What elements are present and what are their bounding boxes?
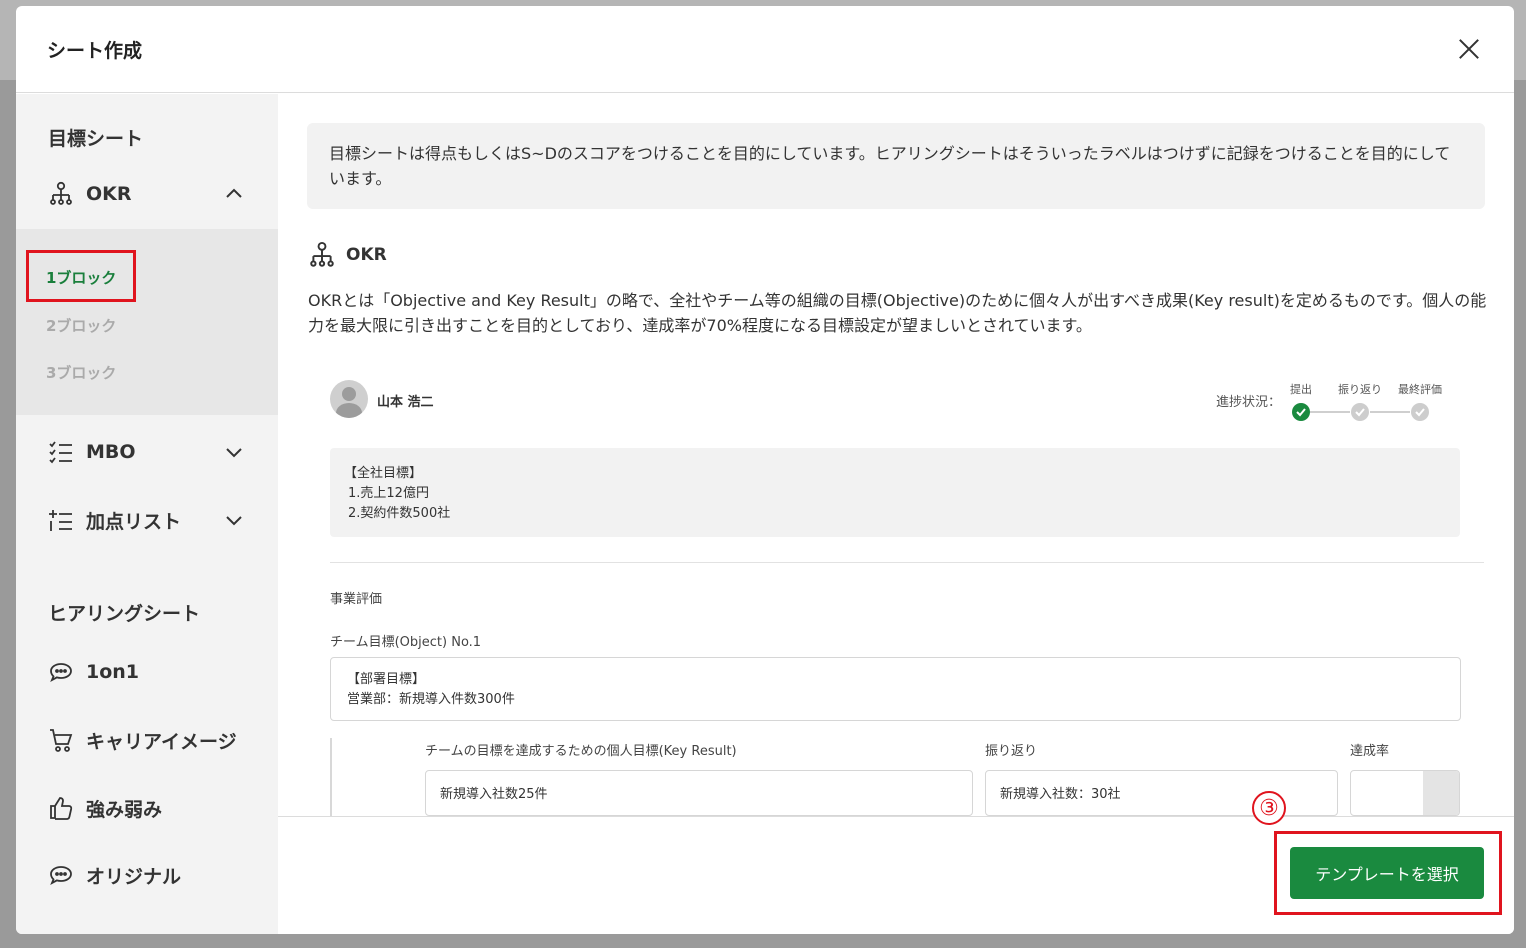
sidebar-item-katen[interactable]: 加点リスト (16, 500, 278, 540)
step-label-submit: 提出 (1290, 383, 1312, 396)
sidebar-item-label: 加点リスト (86, 510, 182, 533)
check-icon (1351, 403, 1369, 421)
info-box: 目標シートは得点もしくはS~Dのスコアをつけることを目的にしています。ヒアリング… (307, 123, 1485, 209)
sidebar-item-strength[interactable]: 強み弱み (16, 788, 278, 828)
user-name: 山本 浩二 (377, 395, 434, 410)
col-label-review: 振り返り (985, 744, 1038, 759)
sidebar: 目標シート OKR 1ブロック 2ブロック 3ブロック MBO 加点リスト ヒア… (16, 94, 278, 934)
modal-header: シート作成 (16, 6, 1514, 93)
sub-item-block-3[interactable]: 3ブロック (46, 362, 116, 383)
step-label-final: 最終評価 (1398, 383, 1442, 396)
company-goal-box: 【全社目標】 1.売上12億円 2.契約件数500社 (330, 448, 1460, 537)
chevron-down-icon (226, 448, 242, 458)
sidebar-item-okr[interactable]: OKR (16, 174, 278, 214)
progress-label: 進捗状況： (1216, 395, 1282, 410)
sidebar-item-1on1[interactable]: 1on1 (16, 652, 278, 692)
org-chart-icon (310, 241, 334, 267)
thumbs-up-icon (48, 795, 74, 821)
chevron-down-icon (226, 516, 242, 526)
highlight-box (26, 250, 136, 302)
company-goal-line: 2.契約件数500社 (348, 506, 451, 521)
close-icon[interactable] (1454, 34, 1484, 64)
progress-steps: 提出 振り返り 最終評価 (1290, 381, 1470, 426)
chevron-up-icon (226, 188, 242, 198)
dept-goal-title: 【部署目標】 (347, 672, 426, 687)
step-line (1310, 411, 1350, 413)
okr-title: OKR (346, 245, 387, 265)
org-chart-icon (48, 181, 74, 207)
chat-bubble-icon (48, 862, 74, 888)
sub-item-block-2[interactable]: 2ブロック (46, 315, 116, 336)
keyresult-field: 新規導入社数25件 (425, 770, 973, 816)
checklist-icon (48, 439, 74, 465)
plus-list-icon (48, 507, 74, 533)
modal-title: シート作成 (47, 40, 143, 62)
okr-heading: OKR (308, 241, 387, 269)
biz-eval-label: 事業評価 (330, 592, 383, 607)
sidebar-item-label: オリジナル (86, 865, 182, 888)
step-line (1370, 411, 1410, 413)
sidebar-item-label: OKR (86, 183, 132, 205)
modal-footer: ③ テンプレートを選択 (278, 791, 1514, 934)
sidebar-item-original[interactable]: オリジナル (16, 855, 278, 895)
template-preview: 山本 浩二 進捗状況： 提出 振り返り 最終評価 【全社目標】 1.売上12億円… (330, 356, 1484, 816)
indent-rule (330, 738, 332, 816)
rate-field (1350, 770, 1460, 816)
check-icon (1292, 403, 1310, 421)
company-goal-line: 1.売上12億円 (348, 486, 429, 501)
sidebar-item-label: キャリアイメージ (86, 730, 237, 753)
select-template-button[interactable]: テンプレートを選択 (1290, 847, 1484, 899)
divider (330, 562, 1484, 563)
company-goal-title: 【全社目標】 (344, 466, 423, 481)
step-label-review: 振り返り (1338, 383, 1382, 396)
section-hearing-sheet: ヒアリングシート (48, 603, 201, 625)
dept-goal-box: 【部署目標】 営業部：新規導入件数300件 (330, 657, 1461, 721)
sidebar-item-label: MBO (86, 441, 136, 463)
step-marker: ③ (1252, 791, 1286, 825)
stepper-button (1423, 771, 1459, 815)
check-icon (1411, 403, 1429, 421)
main-content[interactable]: 目標シートは得点もしくはS~Dのスコアをつけることを目的にしています。ヒアリング… (278, 94, 1514, 816)
sidebar-item-mbo[interactable]: MBO (16, 432, 278, 472)
avatar (330, 380, 368, 418)
okr-description: OKRとは「Objective and Key Result」の略で、全社やチー… (308, 291, 1487, 335)
sidebar-item-label: 1on1 (86, 661, 140, 683)
section-goal-sheet: 目標シート (48, 128, 144, 150)
chat-bubble-icon (48, 659, 74, 685)
team-goal-label: チーム目標(Object) No.1 (330, 635, 482, 650)
sidebar-item-career[interactable]: キャリアイメージ (16, 720, 278, 760)
col-label-keyresult: チームの目標を達成するための個人目標(Key Result) (425, 744, 737, 759)
col-label-rate: 達成率 (1350, 744, 1390, 759)
sheet-create-modal: シート作成 目標シート OKR 1ブロック 2ブロック 3ブロック MBO 加点… (16, 6, 1514, 934)
sidebar-item-label: 強み弱み (86, 798, 163, 821)
dept-goal-value: 営業部：新規導入件数300件 (347, 692, 515, 707)
cart-flag-icon (48, 727, 74, 753)
